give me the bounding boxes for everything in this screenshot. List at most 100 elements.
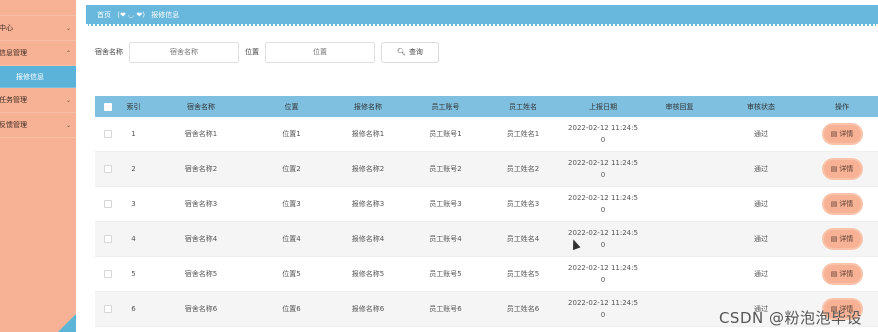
cell-index: 5 xyxy=(131,270,136,278)
breadcrumb: 首页 (❤ ◡ ❤) 报修信息 xyxy=(86,5,878,26)
dorm-name-input[interactable] xyxy=(129,41,239,63)
cell-location: 位置6 xyxy=(282,305,301,313)
sidebar-item-repair-info-management[interactable]: 修信息管理 ⌃ xyxy=(0,41,76,66)
cell-repair-name: 报修名称3 xyxy=(351,200,385,208)
cell-repair-name: 报修名称2 xyxy=(351,165,385,173)
chevron-up-icon: ⌃ xyxy=(65,50,71,57)
cell-repair-name: 报修名称6 xyxy=(351,305,385,313)
sidebar-item-label: 人中心 xyxy=(0,24,13,32)
detail-button-label: 详情 xyxy=(839,235,854,243)
search-button[interactable]: 🔍︎ 查询 xyxy=(381,41,439,63)
detail-button[interactable]: ▤ 详情 xyxy=(823,265,861,283)
cell-location: 位置5 xyxy=(282,270,301,278)
cell-index: 2 xyxy=(131,165,136,173)
select-all-cell xyxy=(95,96,120,117)
table-row: 1 宿舍名称1 位置1 报修名称1 员工账号1 员工姓名1 2022-02-12… xyxy=(95,117,878,152)
cell-dorm-name: 宿舍名称4 xyxy=(184,235,218,243)
sidebar-item-label: 修信息管理 xyxy=(0,49,27,57)
cell-employee-name: 员工姓名4 xyxy=(506,235,540,243)
sidebar-item-label: 配任务管理 xyxy=(0,96,27,104)
detail-button-label: 详情 xyxy=(839,200,854,208)
sidebar-item-home[interactable]: 页 xyxy=(0,0,76,16)
document-icon: ▤ xyxy=(830,165,838,173)
cell-report-date: 2022-02-12 11:24:5 0 xyxy=(563,117,643,151)
cell-review-status: 通过 xyxy=(754,130,768,138)
sidebar-item-personal-center[interactable]: 人中心 ⌄ xyxy=(0,16,76,41)
table-row: 5 宿舍名称5 位置5 报修名称5 员工账号5 员工姓名5 2022-02-12… xyxy=(95,257,878,292)
detail-button[interactable]: ▤ 详情 xyxy=(823,230,861,248)
cell-actions: ▤ 详情 xyxy=(806,257,878,291)
detail-button[interactable]: ▤ 详情 xyxy=(823,125,861,143)
cell-actions: ▤ 详情 xyxy=(806,222,878,256)
cell-review-reply xyxy=(643,222,716,256)
row-checkbox[interactable] xyxy=(103,235,112,243)
report-date-line2: 0 xyxy=(600,241,606,249)
row-checkbox[interactable] xyxy=(103,165,112,173)
header-actions: 操作 xyxy=(835,102,849,111)
detail-button-label: 详情 xyxy=(839,130,854,138)
cell-dorm-name: 宿舍名称2 xyxy=(184,165,218,173)
cell-location: 位置1 xyxy=(282,130,301,138)
select-all-checkbox[interactable] xyxy=(103,102,112,111)
row-checkbox[interactable] xyxy=(103,305,112,313)
report-date-line1: 2022-02-12 11:24:5 xyxy=(568,194,638,202)
row-checkbox-cell xyxy=(95,117,120,151)
header-review-reply: 审核回复 xyxy=(665,102,694,111)
location-input[interactable] xyxy=(265,41,375,63)
cell-employee-name: 员工姓名3 xyxy=(506,200,540,208)
row-checkbox-cell xyxy=(95,222,120,256)
cell-location: 位置2 xyxy=(282,165,301,173)
cell-employee-name: 员工姓名6 xyxy=(506,305,540,313)
detail-button[interactable]: ▤ 详情 xyxy=(823,195,861,213)
report-date-line1: 2022-02-12 11:24:5 xyxy=(568,229,638,237)
report-date-line1: 2022-02-12 11:24:5 xyxy=(568,159,638,167)
row-checkbox[interactable] xyxy=(103,200,112,208)
table-header: 索引 宿舍名称 位置 报修名称 员工账号 员工姓名 上报日期 审核回复 审核状态… xyxy=(95,96,878,117)
document-icon: ▤ xyxy=(830,270,838,278)
cell-review-status: 通过 xyxy=(754,235,768,243)
table-row: 4 宿舍名称4 位置4 报修名称4 员工账号4 员工姓名4 2022-02-12… xyxy=(95,222,878,257)
breadcrumb-home[interactable]: 首页 xyxy=(97,11,111,19)
detail-button[interactable]: ▤ 详情 xyxy=(823,160,861,178)
cell-report-date: 2022-02-12 11:24:5 0 xyxy=(563,257,643,291)
cell-review-status: 通过 xyxy=(754,200,768,208)
report-date-line1: 2022-02-12 11:24:5 xyxy=(568,264,638,272)
chevron-down-icon: ⌄ xyxy=(65,97,71,104)
sidebar: 页 人中心 ⌄ 修信息管理 ⌃ 报修信息 配任务管理 ⌄ 修反馈管理 ⌄ xyxy=(0,0,76,332)
row-checkbox-cell xyxy=(95,152,120,186)
row-checkbox[interactable] xyxy=(103,270,112,278)
row-checkbox-cell xyxy=(95,187,120,221)
header-location: 位置 xyxy=(284,102,299,111)
search-icon: 🔍︎ xyxy=(397,48,406,56)
document-icon: ▤ xyxy=(830,130,838,138)
header-employee-account: 员工账号 xyxy=(431,102,460,111)
cell-report-date: 2022-02-12 11:24:5 0 xyxy=(563,187,643,221)
sidebar-item-task-assignment[interactable]: 配任务管理 ⌄ xyxy=(0,88,76,113)
header-review-status: 审核状态 xyxy=(747,102,775,111)
watermark: CSDN @粉泡泡毕设 xyxy=(718,309,862,327)
breadcrumb-separator: (❤ ◡ ❤) xyxy=(117,11,145,19)
sidebar-subitem-repair-info[interactable]: 报修信息 xyxy=(0,66,76,88)
cell-review-reply xyxy=(643,187,716,221)
search-button-label: 查询 xyxy=(408,48,423,56)
cell-dorm-name: 宿舍名称1 xyxy=(184,130,218,138)
row-checkbox[interactable] xyxy=(103,130,112,138)
cell-index: 6 xyxy=(131,305,136,313)
cell-actions: ▤ 详情 xyxy=(806,152,878,186)
report-date-line1: 2022-02-12 11:24:5 xyxy=(568,124,638,132)
table-row: 3 宿舍名称3 位置3 报修名称3 员工账号3 员工姓名3 2022-02-12… xyxy=(95,187,878,222)
cell-location: 位置4 xyxy=(282,235,301,243)
breadcrumb-current: 报修信息 xyxy=(151,11,180,19)
detail-button-label: 详情 xyxy=(839,270,854,278)
cell-employee-name: 员工姓名1 xyxy=(506,130,540,138)
cell-dorm-name: 宿舍名称6 xyxy=(184,305,218,313)
cell-review-status: 通过 xyxy=(754,165,768,173)
sidebar-item-repair-feedback[interactable]: 修反馈管理 ⌄ xyxy=(0,113,76,138)
table-row: 2 宿舍名称2 位置2 报修名称2 员工账号2 员工姓名2 2022-02-12… xyxy=(95,152,878,187)
report-date-line2: 0 xyxy=(600,136,606,144)
cell-repair-name: 报修名称4 xyxy=(351,235,385,243)
cell-employee-account: 员工账号5 xyxy=(429,270,462,278)
cell-employee-account: 员工账号1 xyxy=(429,130,462,138)
header-index: 索引 xyxy=(126,102,141,111)
cell-review-reply xyxy=(643,292,716,326)
